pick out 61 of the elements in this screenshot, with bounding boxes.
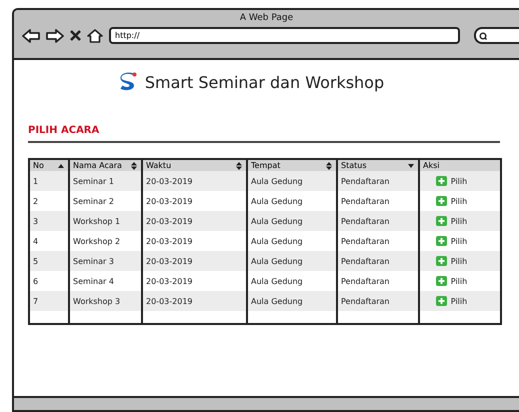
table-cell: 4: [30, 231, 70, 251]
table-cell: 7: [30, 291, 70, 311]
column-header[interactable]: Aksi: [420, 160, 500, 171]
column-header[interactable]: Status: [338, 160, 420, 171]
table-cell: Aula Gedung: [248, 191, 338, 211]
plus-icon: [436, 276, 447, 286]
table-cell: Pendaftaran: [338, 211, 420, 231]
select-button[interactable]: Pilih: [436, 296, 468, 306]
table-cell: Seminar 1: [70, 171, 143, 191]
table-cell: Aula Gedung: [248, 231, 338, 251]
column-header[interactable]: Nama Acara: [70, 160, 143, 171]
table-cell: Seminar 3: [70, 251, 143, 271]
close-icon[interactable]: [70, 30, 81, 41]
url-field[interactable]: http://: [109, 27, 460, 44]
sort-icon[interactable]: [326, 162, 332, 170]
sort-ascending-icon[interactable]: [58, 164, 64, 168]
back-icon[interactable]: [22, 28, 40, 42]
table-cell: 3: [30, 211, 70, 231]
table-cell: Aula Gedung: [248, 171, 338, 191]
table-cell: 20-03-2019: [143, 211, 248, 231]
table-cell: Pendaftaran: [338, 171, 420, 191]
plus-icon: [436, 196, 447, 206]
plus-icon: [436, 296, 447, 306]
select-button[interactable]: Pilih: [436, 196, 468, 206]
table-cell: 20-03-2019: [143, 291, 248, 311]
column-header[interactable]: Waktu: [143, 160, 248, 171]
select-button[interactable]: Pilih: [436, 256, 468, 266]
plus-icon: [436, 216, 447, 226]
table-cell: Pendaftaran: [338, 251, 420, 271]
sort-icon[interactable]: [131, 162, 137, 170]
plus-icon: [436, 236, 447, 246]
table-cell: Workshop 2: [70, 231, 143, 251]
section-title: PILIH ACARA: [28, 125, 100, 136]
table-cell: Aula Gedung: [248, 271, 338, 291]
plus-icon: [436, 256, 447, 266]
sort-descending-icon[interactable]: [408, 164, 414, 168]
table-cell: Aula Gedung: [248, 211, 338, 231]
column-header[interactable]: No: [30, 160, 70, 171]
table-cell: Aula Gedung: [248, 291, 338, 311]
site-title: Smart Seminar dan Workshop: [144, 72, 384, 92]
select-button[interactable]: Pilih: [436, 276, 468, 286]
plus-icon: [436, 176, 447, 186]
logo-icon: [118, 72, 137, 92]
select-button[interactable]: Pilih: [436, 176, 468, 186]
table-cell: Aula Gedung: [248, 251, 338, 271]
select-button[interactable]: Pilih: [436, 236, 468, 246]
table-cell: Pendaftaran: [338, 291, 420, 311]
search-field[interactable]: [474, 27, 519, 44]
search-icon: [479, 32, 487, 40]
table-cell: 1: [30, 171, 70, 191]
forward-icon[interactable]: [46, 28, 64, 42]
table-cell: Workshop 3: [70, 291, 143, 311]
table-cell: 5: [30, 251, 70, 271]
table-cell: 20-03-2019: [143, 171, 248, 191]
window-title: A Web Page: [240, 12, 294, 23]
select-button[interactable]: Pilih: [436, 216, 468, 226]
sort-icon[interactable]: [236, 162, 242, 170]
home-icon[interactable]: [87, 28, 103, 42]
table-cell: 20-03-2019: [143, 251, 248, 271]
column-header[interactable]: Tempat: [248, 160, 338, 171]
table-cell: Workshop 1: [70, 211, 143, 231]
